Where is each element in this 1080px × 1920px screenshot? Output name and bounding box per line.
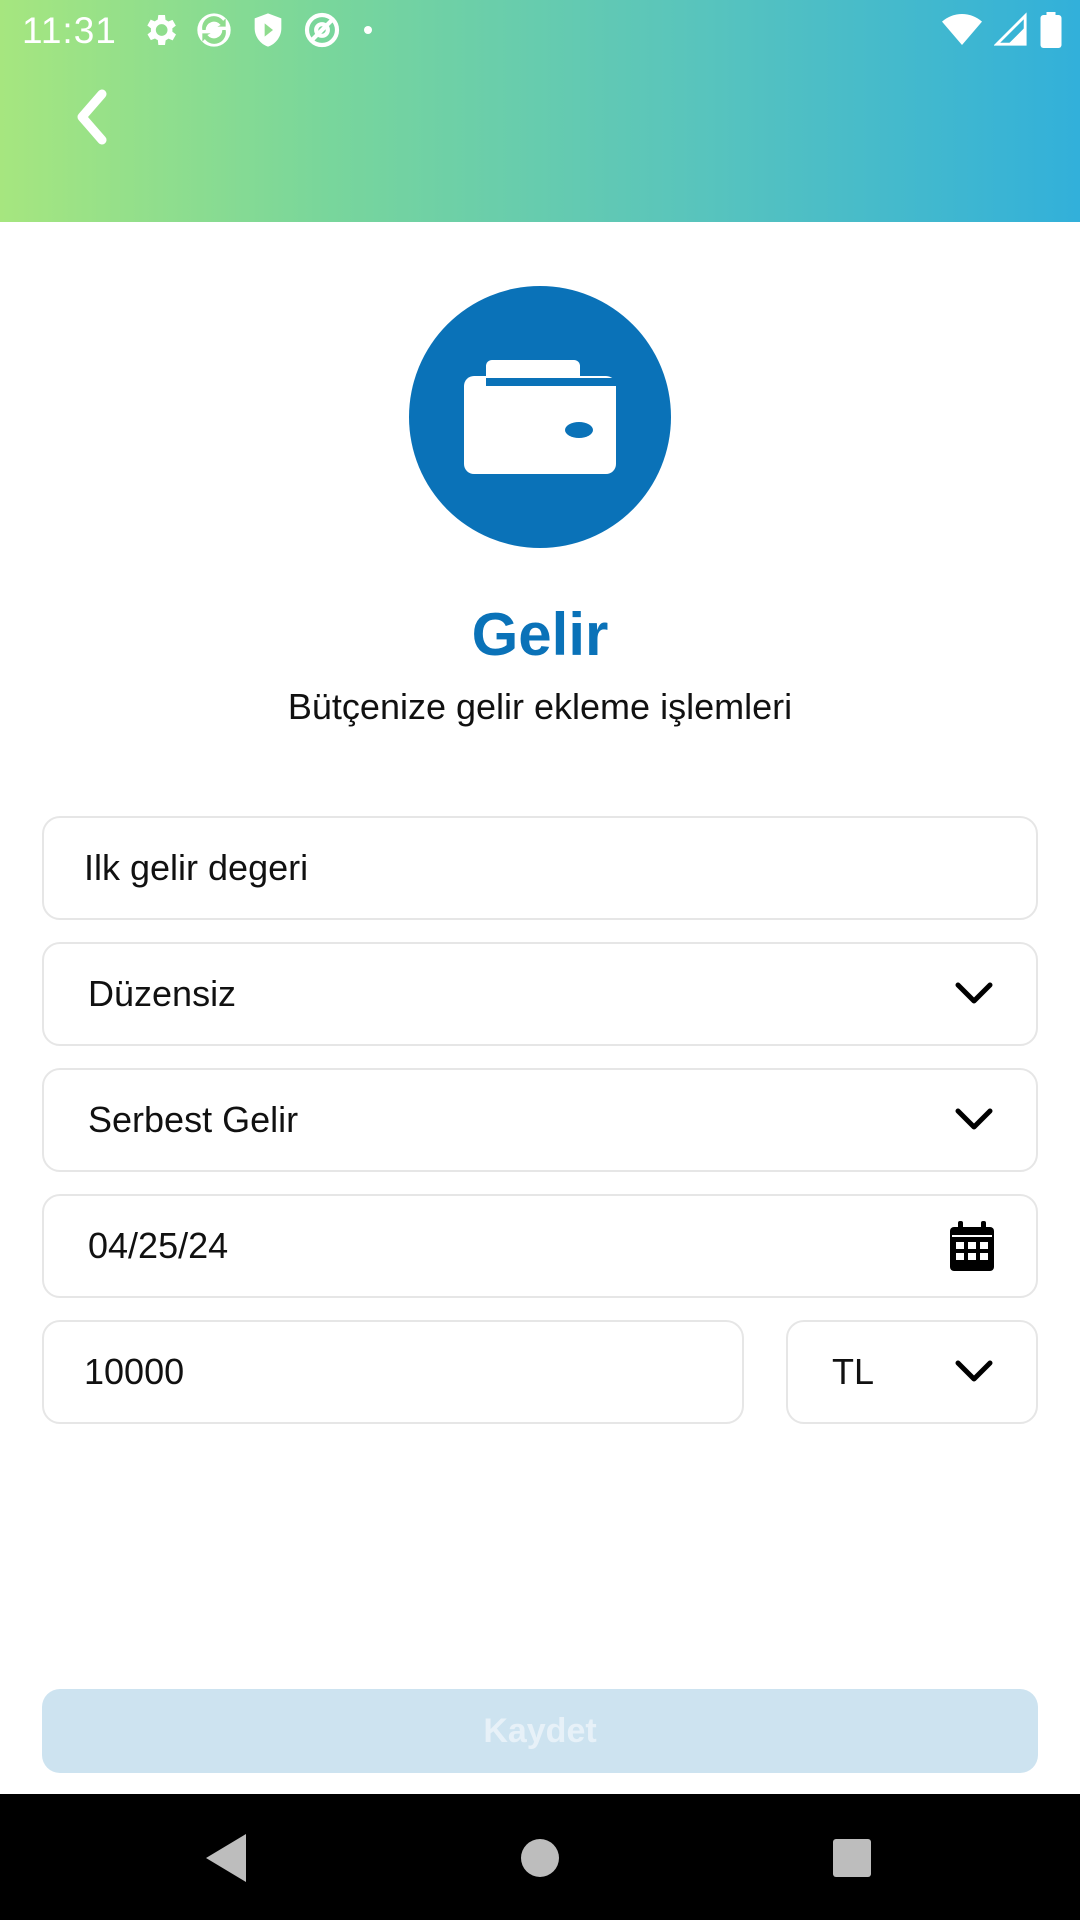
currency-value: TL: [832, 1351, 875, 1392]
page-subtitle: Bütçenize gelir ekleme işlemleri: [287, 686, 793, 727]
home-circle-icon[interactable]: [516, 1830, 564, 1886]
amount-input[interactable]: 10000: [42, 1320, 744, 1424]
wifi-icon: [942, 14, 982, 45]
back-triangle-icon[interactable]: [200, 1830, 250, 1886]
status-right-icons: [942, 12, 1062, 48]
shield-icon: [254, 13, 282, 47]
app-header: 11:31: [0, 0, 1080, 222]
status-time: 11:31: [22, 10, 117, 51]
chevron-down-icon: [955, 1108, 993, 1130]
dot-icon: [364, 26, 372, 34]
frequency-value: Düzensiz: [88, 973, 237, 1014]
cellular-icon: [994, 12, 1027, 46]
category-select[interactable]: Serbest Gelir: [42, 1068, 1038, 1172]
at-sign-icon: [304, 12, 340, 48]
calendar-icon[interactable]: [950, 1221, 994, 1271]
recents-square-icon[interactable]: [828, 1830, 876, 1886]
system-nav-bar: [0, 1794, 1080, 1920]
chevron-down-icon: [955, 982, 993, 1004]
description-input[interactable]: Ilk gelir degeri: [42, 816, 1038, 920]
save-button[interactable]: Kaydet: [42, 1689, 1038, 1773]
currency-select[interactable]: TL: [786, 1320, 1038, 1424]
battery-icon: [1040, 12, 1062, 48]
chevron-down-icon: [955, 1360, 993, 1382]
date-picker[interactable]: 04/25/24: [42, 1194, 1038, 1298]
settings-icon: [147, 15, 176, 45]
frequency-select[interactable]: Düzensiz: [42, 942, 1038, 1046]
back-button[interactable]: [62, 82, 132, 152]
sync-icon: [197, 13, 231, 47]
date-value: 04/25/24: [88, 1225, 229, 1266]
description-value: Ilk gelir degeri: [84, 847, 309, 888]
status-bar: 11:31: [0, 0, 1080, 64]
chevron-left-icon: [77, 89, 107, 145]
category-value: Serbest Gelir: [88, 1099, 299, 1140]
page-title: Gelir: [471, 601, 609, 668]
status-left-icons: [140, 10, 380, 50]
hero-icon-circle: [409, 286, 671, 548]
wallet-icon: [464, 360, 616, 474]
amount-value: 10000: [84, 1351, 185, 1392]
